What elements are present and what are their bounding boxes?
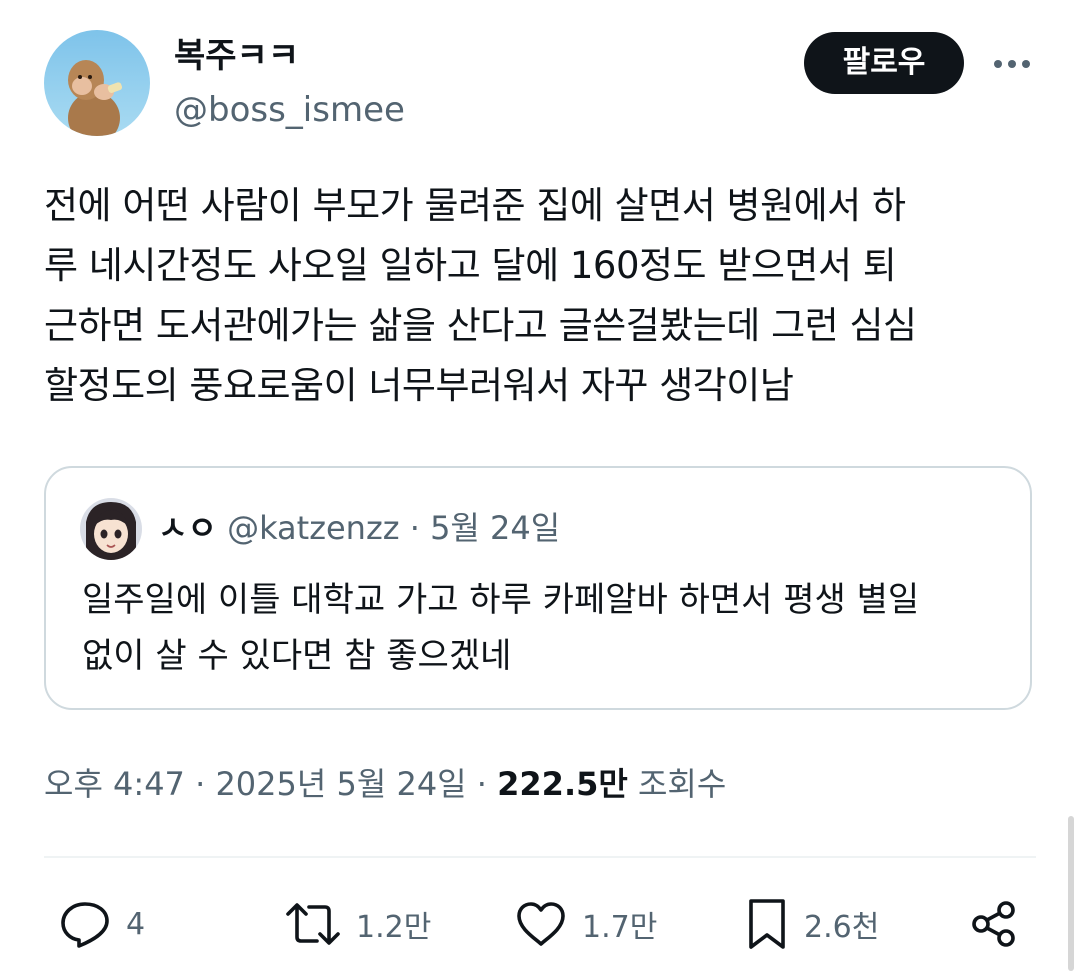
bookmark-count: 2.6천 (804, 910, 880, 945)
heart-icon (517, 902, 565, 946)
quoted-tweet[interactable]: ㅅㅇ @katzenzz · 5월 24일 일주일에 이틀 대학교 가고 하루 … (44, 466, 1032, 710)
reply-icon (61, 902, 109, 948)
reply-button[interactable]: 4 (58, 894, 145, 954)
bookmark-icon (749, 899, 785, 949)
reply-count: 4 (126, 906, 146, 942)
share-icon (972, 901, 1015, 947)
tweet-time[interactable]: 오후 4:47 (44, 765, 185, 803)
quoted-header: ㅅㅇ @katzenzz · 5월 24일 (158, 506, 560, 550)
views-count: 222.5만 (497, 765, 628, 803)
like-count: 1.7만 (582, 910, 658, 945)
retweet-count: 1.2만 (356, 910, 432, 945)
quoted-handle[interactable]: @katzenzz (227, 509, 399, 547)
retweet-button[interactable]: 1.2만 (284, 894, 431, 954)
follow-button[interactable]: 팔로우 (804, 32, 964, 94)
more-horizontal-icon[interactable] (990, 44, 1034, 84)
meta-separator: · (195, 765, 206, 803)
quoted-author-avatar[interactable] (80, 498, 142, 560)
views-label: 조회수 (637, 765, 727, 803)
quoted-date[interactable]: 5월 24일 (430, 509, 560, 547)
author-handle[interactable]: @boss_ismee (174, 88, 405, 132)
author-avatar[interactable] (44, 30, 150, 136)
meta-separator: · (476, 765, 487, 803)
tweet-meta: 오후 4:47 · 2025년 5월 24일 · 222.5만 조회수 (44, 760, 726, 808)
retweet-icon (286, 903, 340, 945)
bookmark-button[interactable]: 2.6천 (744, 894, 879, 954)
tweet-date[interactable]: 2025년 5월 24일 (215, 765, 466, 803)
like-button[interactable]: 1.7만 (514, 894, 657, 954)
quoted-display-name[interactable]: ㅅㅇ (158, 509, 217, 547)
divider (44, 856, 1036, 858)
share-button[interactable] (968, 894, 1020, 954)
author-display-name[interactable]: 복주ㅋㅋ (174, 34, 299, 78)
tweet-header: 복주ㅋㅋ @boss_ismee 팔로우 (44, 30, 1044, 140)
quoted-separator: · (409, 509, 420, 547)
tweet-text: 전에 어떤 사람이 부모가 물려준 집에 살면서 병원에서 하 루 네시간정도 … (44, 184, 917, 407)
scrollbar[interactable] (1068, 816, 1074, 971)
quoted-text: 일주일에 이틀 대학교 가고 하루 카페알바 하면서 평생 별일 없이 살 수 … (82, 580, 920, 676)
